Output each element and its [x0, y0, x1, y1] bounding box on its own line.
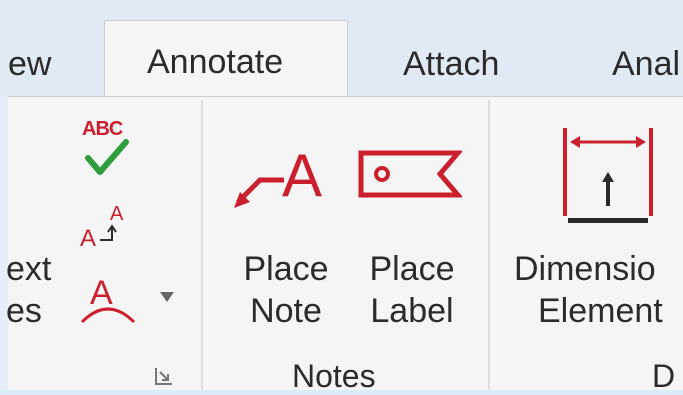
svg-text:A: A — [282, 142, 322, 209]
spell-check-button[interactable]: ABC — [80, 118, 140, 184]
dimension-element-button[interactable]: Dimensio Element — [508, 248, 683, 332]
svg-text:A: A — [80, 225, 96, 252]
text-styles-label-line2: es — [6, 292, 42, 330]
place-label-line2: Label — [370, 292, 454, 330]
notes-group-label: Notes — [292, 358, 376, 394]
tab-analyze[interactable]: Anal — [612, 34, 680, 94]
place-label-icon — [358, 150, 464, 200]
change-case-icon: A A — [80, 203, 124, 252]
text-arc-icon: A — [80, 274, 136, 324]
place-note-button[interactable]: Place Note — [226, 248, 346, 332]
group-separator — [201, 100, 203, 390]
place-note-line2: Note — [250, 292, 322, 330]
dialog-launcher-icon[interactable] — [154, 366, 174, 386]
place-note-line1: Place — [243, 250, 329, 288]
tab-annotate[interactable]: Annotate — [104, 20, 348, 98]
chevron-down-icon[interactable] — [158, 290, 176, 304]
group-separator — [488, 100, 490, 390]
text-styles-label-line1: ext — [6, 250, 52, 288]
svg-text:A: A — [90, 274, 113, 312]
place-label-button[interactable]: Place Label — [350, 248, 474, 332]
tab-view[interactable]: ew — [8, 34, 51, 94]
check-icon — [85, 139, 129, 175]
svg-text:A: A — [110, 203, 124, 225]
dimension-element-line1: Dimensio — [514, 250, 656, 288]
place-label-line1: Place — [369, 250, 455, 288]
dimension-element-icon — [560, 122, 656, 226]
change-case-button[interactable]: A A — [78, 196, 138, 252]
place-note-icon: A — [232, 140, 336, 210]
text-style-button[interactable]: A — [78, 266, 138, 326]
tab-attach[interactable]: Attach — [403, 34, 499, 94]
dimension-element-line2: Element — [538, 292, 663, 330]
dimension-group-label: D — [652, 358, 676, 394]
